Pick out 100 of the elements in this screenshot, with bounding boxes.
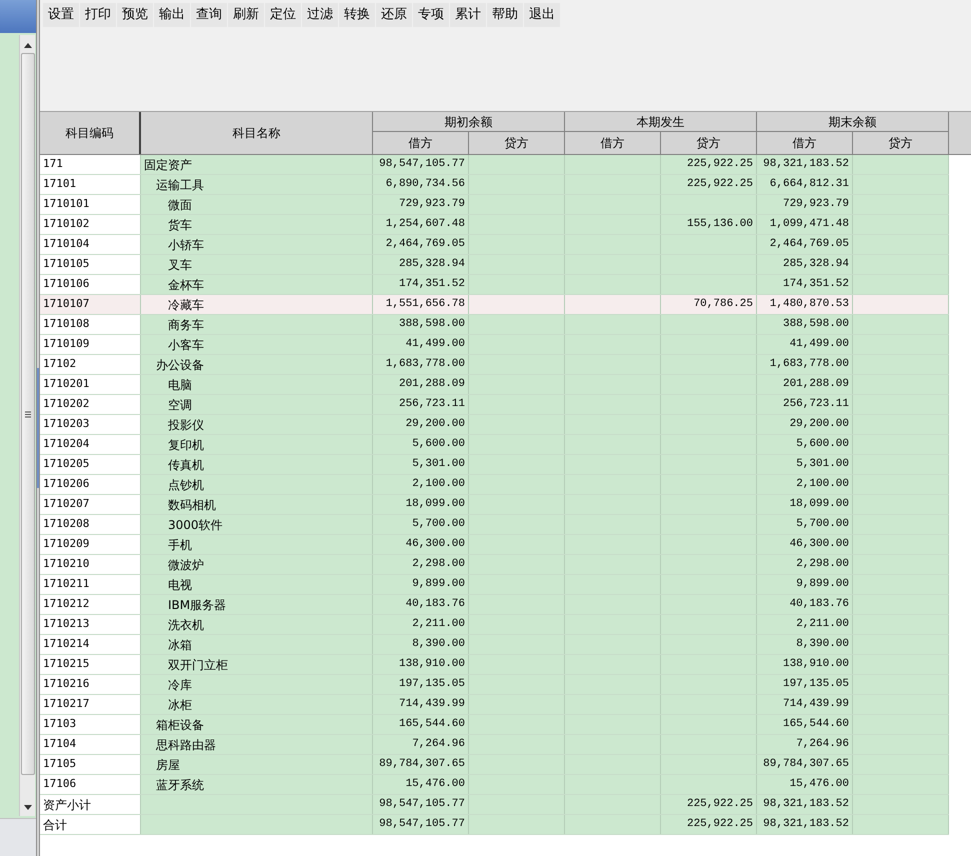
table-row[interactable]: 1710203 投影仪 29,200.00 29,200.00: [40, 415, 949, 435]
amount-text: 138,910.00: [782, 657, 849, 672]
table-row[interactable]: 1710106 金杯车 174,351.52 174,351.52: [40, 275, 949, 295]
table-row[interactable]: 171 固定资产 98,547,105.77 225,922.25 98,321,183.52: [40, 155, 949, 175]
account-name: 货车: [168, 216, 192, 234]
amount-text: 225,922.25: [686, 157, 753, 172]
amount-text: 1,551,656.78: [386, 297, 465, 312]
account-code: 1710215: [43, 656, 90, 672]
table-row[interactable]: 1710210 微波炉 2,298.00 2,298.00: [40, 555, 949, 575]
amount-text: 285,328.94: [398, 257, 465, 272]
account-code: 1710206: [43, 476, 90, 492]
toolbar-button[interactable]: 设置: [43, 3, 79, 27]
amount-text: 714,439.99: [782, 697, 849, 712]
amount-text: 6,664,812.31: [770, 177, 849, 192]
account-code: 17106: [43, 776, 76, 792]
amount-text: 5,700.00: [412, 517, 465, 532]
amount-text: 174,351.52: [782, 277, 849, 292]
toolbar-button[interactable]: 转换: [339, 3, 375, 27]
account-code: 1710210: [43, 556, 90, 572]
account-code: 1710201: [43, 376, 90, 392]
account-code: 17104: [43, 736, 76, 752]
table-row[interactable]: 1710206 点钞机 2,100.00 2,100.00: [40, 475, 949, 495]
table-row[interactable]: 1710202 空调 256,723.11 256,723.11: [40, 395, 949, 415]
account-name: 空调: [168, 396, 192, 414]
account-code: 1710214: [43, 636, 90, 652]
amount-text: 729,923.79: [782, 197, 849, 212]
column-group-header: 期初余额: [373, 112, 564, 132]
amount-text: 388,598.00: [398, 317, 465, 332]
table-row[interactable]: 1710214 冰箱 8,390.00 8,390.00: [40, 635, 949, 655]
toolbar-button[interactable]: 打印: [80, 3, 116, 27]
scroll-up-icon[interactable]: [24, 43, 32, 48]
amount-text: 98,321,183.52: [763, 817, 849, 832]
table-row[interactable]: 1710102 货车 1,254,607.48 155,136.00 1,099,471.48: [40, 215, 949, 235]
account-name: 电脑: [168, 376, 192, 394]
table-row[interactable]: 17101 运输工具 6,890,734.56 225,922.25 6,664,812.31: [40, 175, 949, 195]
column-header: 贷方: [503, 135, 530, 152]
account-code: 1710106: [43, 276, 90, 292]
table-row[interactable]: 1710207 数码相机 18,099.00 18,099.00: [40, 495, 949, 515]
table-row[interactable]: 1710212 IBM服务器 40,183.76 40,183.76: [40, 595, 949, 615]
scrollbar-thumb[interactable]: [20, 53, 34, 775]
amount-text: 29,200.00: [406, 417, 465, 432]
account-name: 冰柜: [168, 696, 192, 714]
table-row[interactable]: 1710217 冰柜 714,439.99 714,439.99: [40, 695, 949, 715]
table-row[interactable]: 1710208 3000软件 5,700.00 5,700.00: [40, 515, 949, 535]
account-name: 商务车: [168, 316, 204, 334]
amount-text: 98,547,105.77: [379, 797, 465, 812]
toolbar-button[interactable]: 刷新: [228, 3, 264, 27]
splitter-handle[interactable]: [37, 368, 39, 488]
amount-text: 40,183.76: [790, 597, 849, 612]
toolbar-button[interactable]: 退出: [524, 3, 560, 27]
toolbar-button[interactable]: 查询: [191, 3, 227, 27]
table-row[interactable]: 1710109 小客车 41,499.00 41,499.00: [40, 335, 949, 355]
toolbar-button[interactable]: 过滤: [302, 3, 338, 27]
amount-text: 197,135.05: [782, 677, 849, 692]
amount-text: 7,264.96: [412, 737, 465, 752]
column-header: 借方: [373, 132, 468, 154]
table-row[interactable]: 1710101 微面 729,923.79 729,923.79: [40, 195, 949, 215]
table-row[interactable]: 1710105 叉车 285,328.94 285,328.94: [40, 255, 949, 275]
toolbar-button[interactable]: 预览: [117, 3, 153, 27]
table-row[interactable]: 1710204 复印机 5,600.00 5,600.00: [40, 435, 949, 455]
amount-text: 2,100.00: [796, 477, 849, 492]
toolbar-button[interactable]: 输出: [154, 3, 190, 27]
account-code: 1710108: [43, 316, 90, 332]
toolbar-button[interactable]: 定位: [265, 3, 301, 27]
account-code: 1710207: [43, 496, 90, 512]
account-name: 电视: [168, 576, 192, 594]
scrollbar[interactable]: [19, 35, 35, 816]
amount-text: 9,899.00: [796, 577, 849, 592]
amount-text: 70,786.25: [694, 297, 753, 312]
amount-text: 138,910.00: [398, 657, 465, 672]
scroll-down-icon[interactable]: [24, 805, 32, 810]
table-row[interactable]: 1710104 小轿车 2,464,769.05 2,464,769.05: [40, 235, 949, 255]
table-row[interactable]: 17106 蓝牙系统 15,476.00 15,476.00: [40, 775, 949, 795]
column-header: 贷方: [887, 135, 914, 152]
table-row[interactable]: 17105 房屋 89,784,307.65 89,784,307.65: [40, 755, 949, 775]
account-name: 洗衣机: [168, 616, 204, 634]
toolbar-button[interactable]: 专项: [413, 3, 449, 27]
account-name: 固定资产: [144, 156, 192, 174]
account-code: 1710203: [43, 416, 90, 432]
table-row[interactable]: 1710213 洗衣机 2,211.00 2,211.00: [40, 615, 949, 635]
table-row[interactable]: 1710215 双开门立柜 138,910.00 138,910.00: [40, 655, 949, 675]
table-row[interactable]: 17103 箱柜设备 165,544.60 165,544.60: [40, 715, 949, 735]
total-row[interactable]: 资产小计 98,547,105.77 225,922.25 98,321,183.52: [40, 795, 949, 815]
amount-text: 2,464,769.05: [386, 237, 465, 252]
table-row[interactable]: 1710108 商务车 388,598.00 388,598.00: [40, 315, 949, 335]
toolbar-button[interactable]: 还原: [376, 3, 412, 27]
account-name: 箱柜设备: [156, 716, 204, 734]
table-row[interactable]: 17104 思科路由器 7,264.96 7,264.96: [40, 735, 949, 755]
table-row[interactable]: 1710107 冷藏车 1,551,656.78 70,786.25 1,480,870.53: [40, 295, 949, 315]
table-row[interactable]: 17102 办公设备 1,683,778.00 1,683,778.00: [40, 355, 949, 375]
total-row[interactable]: 合计 98,547,105.77 225,922.25 98,321,183.52: [40, 815, 949, 835]
table-row[interactable]: 1710205 传真机 5,301.00 5,301.00: [40, 455, 949, 475]
toolbar-button[interactable]: 帮助: [487, 3, 523, 27]
account-code: 1710204: [43, 436, 90, 452]
table-row[interactable]: 1710211 电视 9,899.00 9,899.00: [40, 575, 949, 595]
table-row[interactable]: 1710216 冷库 197,135.05 197,135.05: [40, 675, 949, 695]
table-row[interactable]: 1710209 手机 46,300.00 46,300.00: [40, 535, 949, 555]
toolbar-button[interactable]: 累计: [450, 3, 486, 27]
amount-text: 15,476.00: [790, 777, 849, 792]
table-row[interactable]: 1710201 电脑 201,288.09 201,288.09: [40, 375, 949, 395]
